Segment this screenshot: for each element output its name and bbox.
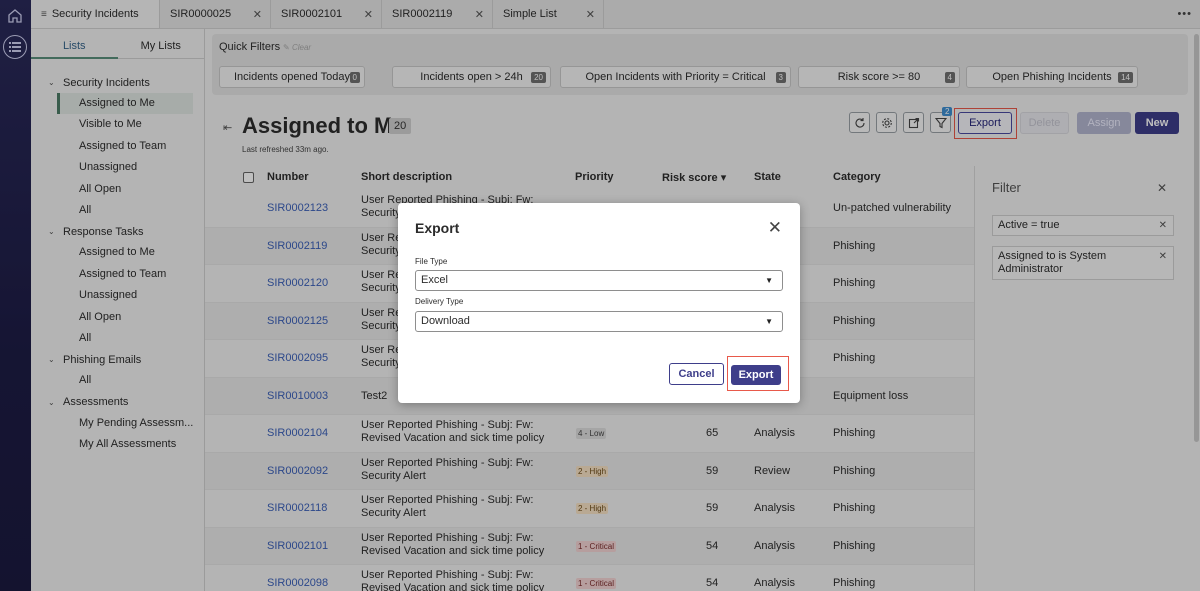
close-icon[interactable]: ✕ (768, 218, 782, 238)
chevron-down-icon: ▼ (765, 317, 773, 326)
file-type-value: Excel (421, 274, 448, 286)
export-dialog: Export ✕ File Type Excel ▼ Delivery Type… (398, 203, 800, 403)
file-type-select[interactable]: Excel ▼ (415, 270, 783, 291)
dialog-title: Export (415, 220, 460, 236)
file-type-label: File Type (415, 257, 448, 266)
delivery-type-label: Delivery Type (415, 297, 464, 306)
confirm-export-button[interactable]: Export (731, 365, 781, 385)
chevron-down-icon: ▼ (765, 276, 773, 285)
delivery-type-value: Download (421, 315, 470, 327)
delivery-type-select[interactable]: Download ▼ (415, 311, 783, 332)
cancel-button[interactable]: Cancel (669, 363, 724, 385)
